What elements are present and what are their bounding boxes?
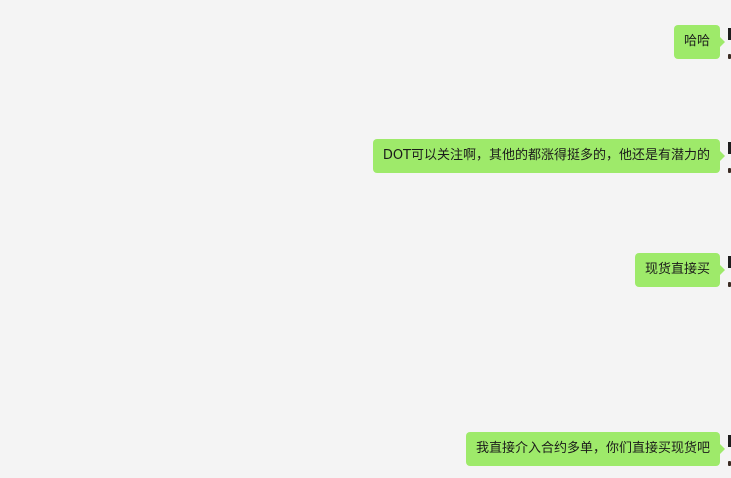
message-bubble[interactable]: 现货直接买 bbox=[634, 253, 726, 287]
chat-message-row: 哈哈 bbox=[0, 25, 731, 65]
chat-message-list[interactable]: 哈哈 DOT可以关注啊，其他的都涨得挺多的，他还是有潜力的 现货直接买 我直接介… bbox=[0, 0, 731, 478]
message-bubble[interactable]: 我直接介入合约多单，你们直接买现货吧 bbox=[465, 432, 726, 466]
chat-message-row: DOT可以关注啊，其他的都涨得挺多的，他还是有潜力的 bbox=[0, 139, 731, 179]
chat-message-row: 现货直接买 bbox=[0, 253, 731, 293]
message-bubble[interactable]: 哈哈 bbox=[673, 25, 726, 59]
message-bubble[interactable]: DOT可以关注啊，其他的都涨得挺多的，他还是有潜力的 bbox=[372, 139, 726, 173]
chat-message-row: 我直接介入合约多单，你们直接买现货吧 bbox=[0, 432, 731, 472]
